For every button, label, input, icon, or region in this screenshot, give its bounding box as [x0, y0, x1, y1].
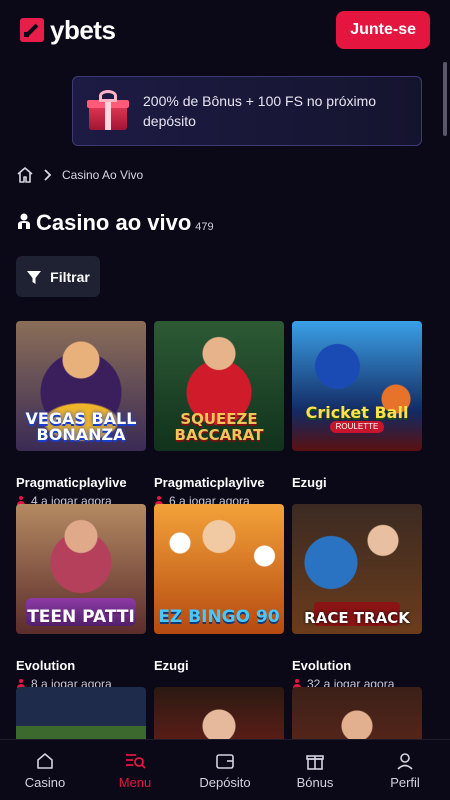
game-art-title: VEGAS BALL BONANZA — [25, 409, 137, 444]
menu-search-icon — [126, 753, 146, 769]
game-card[interactable]: EZ BINGO 90 Ezugi — [154, 504, 284, 673]
nav-menu[interactable]: Menu — [95, 751, 175, 790]
home-icon — [37, 752, 53, 769]
game-provider: Evolution — [16, 658, 76, 673]
nav-deposit[interactable]: Depósito — [185, 751, 265, 790]
chevron-right-icon — [44, 169, 52, 181]
nav-label: Perfil — [390, 774, 420, 790]
gift-icon — [87, 90, 129, 132]
home-icon[interactable] — [16, 166, 34, 184]
nav-bonus[interactable]: Bónus — [275, 751, 355, 790]
game-provider: Ezugi — [154, 658, 189, 673]
breadcrumb: Casino Ao Vivo — [16, 166, 143, 184]
promo-banner[interactable]: 200% de Bônus + 100 FS no próximo depósi… — [72, 76, 422, 146]
game-card[interactable]: Cricket Ball ROULETTE Ezugi — [292, 321, 422, 490]
join-button[interactable]: Junte-se — [336, 11, 430, 49]
nav-label: Bónus — [296, 774, 334, 790]
live-dealer-icon — [16, 212, 32, 235]
nav-casino[interactable]: Casino — [5, 751, 85, 790]
filter-label: Filtrar — [50, 268, 90, 285]
game-art-title: TEEN PATTI — [27, 607, 135, 627]
game-provider: Pragmaticplaylive — [154, 475, 265, 490]
app-screen: ybets Junte-se 200% de Bônus + 100 FS no… — [0, 0, 450, 800]
game-thumbnail[interactable]: EZ BINGO 90 — [154, 504, 284, 634]
user-icon — [397, 752, 413, 770]
game-thumbnail[interactable]: TEEN PATTI — [16, 504, 146, 634]
nav-label: Depósito — [199, 774, 251, 790]
brand-logo[interactable]: ybets — [20, 14, 116, 46]
logo-icon — [20, 18, 44, 42]
game-card[interactable]: VEGAS BALL BONANZA Pragmaticplaylive 4 a… — [16, 321, 146, 508]
wallet-icon — [216, 753, 234, 769]
game-thumbnail[interactable]: VEGAS BALL BONANZA — [16, 321, 146, 451]
game-thumbnail[interactable]: RACE TRACK — [292, 504, 422, 634]
game-provider: Evolution — [292, 658, 352, 673]
nav-profile[interactable]: Perfil — [365, 751, 445, 790]
game-card[interactable]: SQUEEZE BACCARAT Pragmaticplaylive 6 a j… — [154, 321, 284, 508]
filter-button[interactable]: Filtrar — [16, 256, 100, 297]
game-provider: Pragmaticplaylive — [16, 475, 127, 490]
game-card[interactable]: RACE TRACK Evolution 32 a jogar agora — [292, 504, 422, 691]
game-thumbnail[interactable]: Cricket Ball ROULETTE — [292, 321, 422, 451]
game-art-title: Cricket Ball — [305, 403, 409, 422]
page-title-row: Casino ao vivo 479 — [16, 210, 214, 236]
game-thumbnail[interactable]: SQUEEZE BACCARAT — [154, 321, 284, 451]
page-title: Casino ao vivo — [36, 210, 192, 235]
bottom-nav: Casino Menu Depósito Bónus Perfil — [0, 739, 450, 800]
page-scrollbar[interactable] — [443, 62, 447, 136]
game-provider: Ezugi — [292, 475, 327, 490]
filter-icon — [27, 270, 42, 284]
game-art-title: RACE TRACK — [304, 609, 410, 627]
nav-label: Casino — [24, 774, 66, 790]
promo-text: 200% de Bônus + 100 FS no próximo depósi… — [143, 93, 377, 129]
gift-icon — [306, 754, 324, 770]
game-art-title: SQUEEZE BACCARAT — [174, 410, 264, 444]
top-header: ybets Junte-se — [0, 0, 450, 60]
logo-text: ybets — [50, 14, 116, 45]
game-count: 479 — [195, 221, 214, 233]
game-art-title: EZ BINGO 90 — [158, 607, 280, 627]
game-card[interactable]: TEEN PATTI Evolution 8 a jogar agora — [16, 504, 146, 691]
nav-label: Menu — [118, 774, 152, 790]
breadcrumb-current: Casino Ao Vivo — [62, 168, 144, 182]
game-art-subtitle: ROULETTE — [330, 421, 384, 433]
